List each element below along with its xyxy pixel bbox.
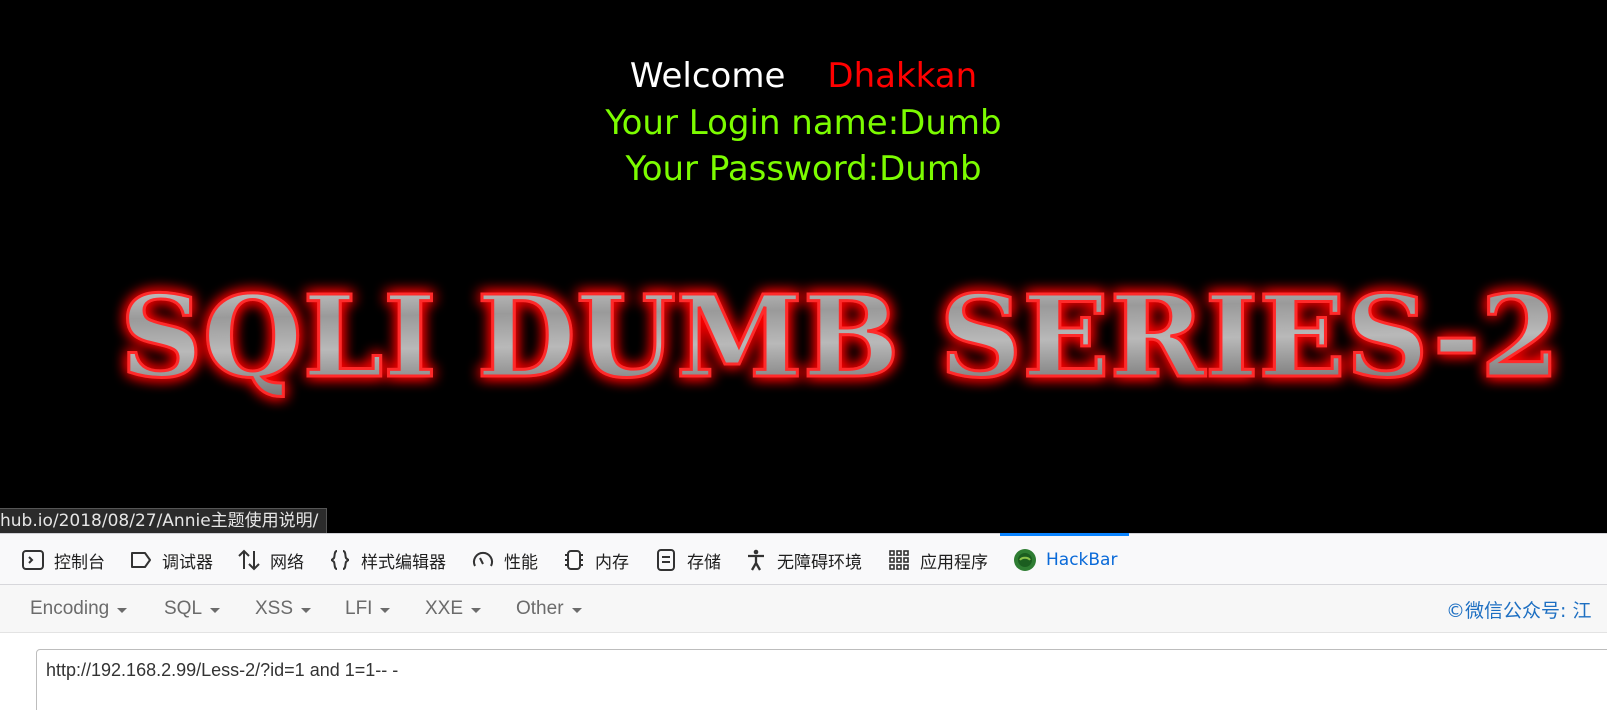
chevron-down-icon	[210, 607, 221, 613]
tab-accessibility[interactable]: 无障碍环境	[743, 534, 862, 586]
chevron-down-icon	[380, 607, 391, 613]
tab-label: 样式编辑器	[361, 552, 446, 573]
tab-label: HackBar	[1046, 550, 1118, 570]
devtools-panel: 控制台 调试器 网络 样式编辑器 性能 内存 存储 无障碍环境 应用程序 Hac…	[0, 533, 1607, 710]
other-menu[interactable]: Other	[516, 585, 582, 633]
tab-label: 性能	[504, 552, 538, 573]
tab-performance[interactable]: 性能	[470, 534, 538, 586]
menu-label: SQL	[164, 598, 203, 619]
xxe-menu[interactable]: XXE	[425, 585, 482, 633]
console-icon	[20, 547, 46, 573]
devtools-tabbar: 控制台 调试器 网络 样式编辑器 性能 内存 存储 无障碍环境 应用程序 Hac…	[0, 533, 1607, 585]
tab-network[interactable]: 网络	[236, 534, 304, 586]
tab-hackbar[interactable]: HackBar	[999, 533, 1130, 586]
welcome-name: Dhakkan	[827, 56, 978, 96]
memory-icon	[561, 547, 587, 573]
web-page: Welcome Dhakkan Your Login name:Dumb Your…	[0, 0, 1607, 533]
banner-text: SQLI DUMB SERIES-2	[120, 272, 1560, 403]
chevron-down-icon	[117, 607, 128, 613]
tab-memory[interactable]: 内存	[561, 534, 629, 586]
application-icon	[886, 547, 912, 573]
tab-console[interactable]: 控制台	[20, 534, 105, 586]
tab-application[interactable]: 应用程序	[886, 534, 988, 586]
hackbar-icon	[1012, 547, 1038, 573]
welcome-text: Welcome	[629, 56, 786, 96]
tab-label: 网络	[270, 552, 304, 573]
tab-label: 应用程序	[920, 552, 988, 573]
chevron-down-icon	[471, 607, 482, 613]
network-icon	[236, 547, 262, 573]
tab-style-editor[interactable]: 样式编辑器	[327, 534, 446, 586]
welcome-line: Welcome Dhakkan	[0, 52, 1607, 100]
tab-debugger[interactable]: 调试器	[128, 534, 213, 586]
status-bar-url: hub.io/2018/08/27/Annie主题使用说明/	[0, 508, 328, 533]
sql-menu[interactable]: SQL	[164, 585, 221, 633]
tab-label: 存储	[687, 552, 721, 573]
tab-label: 内存	[595, 552, 629, 573]
menu-label: LFI	[345, 598, 373, 619]
menu-label: Encoding	[30, 598, 110, 619]
credit-link[interactable]: ©微信公众号: 江	[1446, 585, 1591, 633]
sqli-banner-logo: SQLI DUMB SERIES-2	[90, 268, 1590, 418]
encoding-menu[interactable]: Encoding	[30, 585, 128, 633]
password-text: Your Password:Dumb	[625, 149, 982, 189]
menu-label: Other	[516, 598, 564, 619]
menu-label: XSS	[255, 598, 294, 619]
performance-icon	[470, 547, 496, 573]
menu-label: XXE	[425, 598, 464, 619]
chevron-down-icon	[571, 607, 582, 613]
hackbar-menubar: Encoding SQL XSS LFI XXE Other ©微信公众号: 江	[0, 585, 1607, 633]
chevron-down-icon	[301, 607, 312, 613]
style-editor-icon	[327, 547, 353, 573]
xss-menu[interactable]: XSS	[255, 585, 312, 633]
storage-icon	[653, 547, 679, 573]
url-input[interactable]: http://192.168.2.99/Less-2/?id=1 and 1=1…	[36, 649, 1607, 710]
tab-label: 调试器	[162, 552, 213, 573]
accessibility-icon	[743, 547, 769, 573]
tab-storage[interactable]: 存储	[653, 534, 721, 586]
tab-label: 无障碍环境	[777, 552, 862, 573]
login-name-text: Your Login name:Dumb	[605, 103, 1002, 143]
lfi-menu[interactable]: LFI	[345, 585, 391, 633]
tab-label: 控制台	[54, 552, 105, 573]
debugger-icon	[128, 547, 154, 573]
